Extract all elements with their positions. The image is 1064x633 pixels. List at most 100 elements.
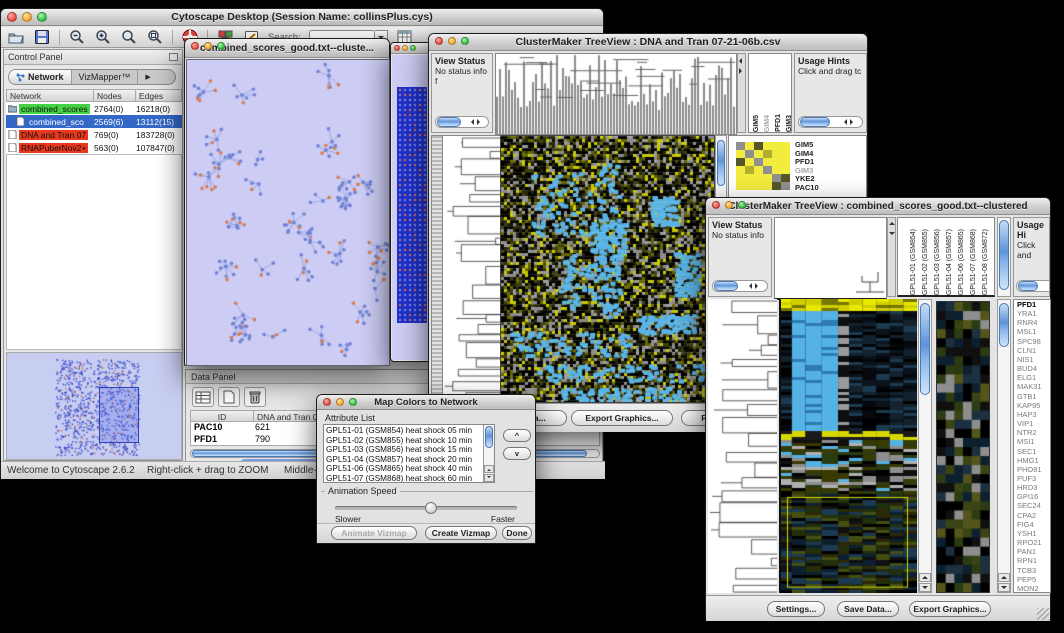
tv1-zoom-matrix[interactable]	[736, 142, 790, 190]
minimize-icon[interactable]	[448, 37, 456, 45]
birdseye-view[interactable]	[6, 352, 182, 460]
gene-label[interactable]: PAN1	[1017, 547, 1050, 556]
gene-label[interactable]: HMG1	[1017, 456, 1050, 465]
minimize-icon[interactable]	[725, 201, 733, 209]
col-header-network[interactable]: Network	[6, 89, 94, 102]
attribute-item[interactable]: GPL51-02 (GSM855) heat shock 10 min	[324, 436, 482, 446]
close-icon[interactable]	[394, 45, 400, 51]
attribute-listbox[interactable]: GPL51-01 (GSM854) heat shock 05 minGPL51…	[323, 424, 495, 483]
dialog-titlebar[interactable]: Map Colors to Network	[317, 395, 535, 410]
attribute-up-button[interactable]: ^	[503, 429, 531, 442]
birdseye-viewport-rect[interactable]	[99, 387, 139, 443]
gene-label[interactable]: CLN1	[1017, 346, 1050, 355]
gene-label[interactable]: CPA2	[1017, 511, 1050, 520]
tv1-heat[interactable]	[500, 135, 715, 403]
new-attribute-icon[interactable]	[218, 387, 240, 407]
animation-speed-slider[interactable]	[335, 506, 517, 510]
zoom-window-icon[interactable]	[217, 42, 225, 50]
attribute-down-button[interactable]: v	[503, 447, 531, 460]
close-icon[interactable]	[712, 201, 720, 209]
zoom-fit-icon[interactable]	[146, 29, 164, 45]
tv2-settings-button[interactable]: Settings...	[767, 601, 825, 617]
data-col-id[interactable]: ID	[190, 410, 254, 422]
done-button[interactable]: Done	[502, 526, 532, 540]
close-icon[interactable]	[435, 37, 443, 45]
create-vizmap-button[interactable]: Create Vizmap	[425, 526, 497, 540]
gene-label[interactable]: YRA1	[1017, 309, 1050, 318]
bluegrid-canvas[interactable]	[397, 87, 427, 323]
window-controls[interactable]	[191, 42, 225, 50]
tab-vizmapper[interactable]: VizMapper™	[71, 70, 138, 84]
gene-label[interactable]: GTB1	[1017, 392, 1050, 401]
attribute-item[interactable]: GPL51-07 (GSM868) heat shock 60 min	[324, 474, 482, 483]
tv2-header-splitter[interactable]	[887, 217, 896, 297]
close-icon[interactable]	[191, 42, 199, 50]
zoom-selected-icon[interactable]	[120, 29, 138, 45]
gene-label[interactable]: VIP1	[1017, 419, 1050, 428]
tv1-coldendro[interactable]	[495, 53, 737, 135]
tv2-rowdendro[interactable]	[708, 299, 777, 593]
gene-label[interactable]: RPO21	[1017, 538, 1050, 547]
attribute-item[interactable]: GPL51-06 (GSM865) heat shock 40 min	[324, 464, 482, 474]
gene-label[interactable]: NIS1	[1017, 355, 1050, 364]
network-view-titlebar[interactable]: combined_scores_good.txt--cluste...	[185, 39, 389, 58]
attribute-item[interactable]: GPL51-01 (GSM854) heat shock 05 min	[324, 426, 482, 436]
zoom-in-icon[interactable]	[94, 29, 112, 45]
tv2-usage-scrollbar[interactable]	[1016, 280, 1050, 292]
gene-label[interactable]: MON2	[1017, 584, 1050, 593]
gene-label[interactable]: GPI16	[1017, 492, 1050, 501]
tv2-heat-vscrollbar[interactable]	[918, 299, 932, 593]
tv1-usage-scrollbar[interactable]	[798, 116, 863, 128]
gene-label[interactable]: PUF3	[1017, 474, 1050, 483]
window-controls[interactable]	[323, 398, 357, 406]
minimize-icon[interactable]	[402, 45, 408, 51]
gene-label[interactable]: ELG1	[1017, 373, 1050, 382]
gene-label[interactable]: RPN1	[1017, 556, 1050, 565]
gene-label[interactable]: HAP3	[1017, 410, 1050, 419]
gene-label[interactable]: PHO81	[1017, 465, 1050, 474]
tv2-zoomheat[interactable]	[936, 301, 990, 593]
minimize-icon[interactable]	[204, 42, 212, 50]
gene-label[interactable]: SEC1	[1017, 447, 1050, 456]
gene-label[interactable]: TCB3	[1017, 566, 1050, 575]
minimize-icon[interactable]	[336, 398, 344, 406]
network-row[interactable]: combined_scores 2764(0) 16218(0)	[6, 102, 182, 115]
tab-overflow[interactable]: ▶	[137, 70, 157, 84]
float-panel-icon[interactable]	[169, 53, 178, 61]
tv2-heat[interactable]	[779, 299, 917, 593]
slider-thumb[interactable]	[425, 502, 437, 514]
gene-label[interactable]: MSI1	[1017, 437, 1050, 446]
network-row[interactable]: RNAPuberNov2+ 563(0) 107847(0)	[6, 141, 182, 154]
save-icon[interactable]	[33, 29, 51, 45]
tv1-status-scrollbar[interactable]	[435, 116, 489, 128]
background-window-titlebar[interactable]	[391, 43, 431, 54]
tv1-header-splitter[interactable]	[737, 53, 746, 133]
tv2-gene-list[interactable]: PFD1YRA1RNR4MSL1SPC98CLN1NIS1BUD4ELG1MAK…	[1013, 299, 1051, 593]
tv2-header-scrollbar[interactable]	[997, 217, 1011, 297]
tv1-export-graphics-button[interactable]: Export Graphics...	[571, 410, 673, 426]
tv2-topdendro[interactable]	[774, 217, 887, 300]
attribute-item[interactable]: GPL51-03 (GSM856) heat shock 15 min	[324, 445, 482, 455]
col-header-nodes[interactable]: Nodes	[94, 89, 136, 102]
background-network-window[interactable]	[390, 42, 432, 362]
window-controls[interactable]	[435, 37, 469, 45]
main-titlebar[interactable]: Cytoscape Desktop (Session Name: collins…	[1, 9, 603, 26]
gene-label[interactable]: MSL1	[1017, 327, 1050, 336]
attribute-list-scrollbar[interactable]	[483, 425, 494, 482]
treeview2-titlebar[interactable]: ClusterMaker TreeView : combined_scores_…	[706, 198, 1050, 215]
tv1-rowdendro[interactable]	[443, 135, 500, 403]
tv2-status-scrollbar[interactable]	[712, 280, 768, 292]
zoom-window-icon[interactable]	[738, 201, 746, 209]
gene-label[interactable]: SPC98	[1017, 337, 1050, 346]
gene-label[interactable]: MAK31	[1017, 382, 1050, 391]
tab-network[interactable]: Network	[9, 70, 71, 84]
gene-label[interactable]: PEP5	[1017, 575, 1050, 584]
resize-grip[interactable]	[1037, 608, 1049, 620]
network-canvas[interactable]	[186, 59, 390, 366]
close-icon[interactable]	[7, 12, 17, 22]
minimize-icon[interactable]	[22, 12, 32, 22]
gene-label[interactable]: HRD3	[1017, 483, 1050, 492]
network-row[interactable]: DNA and Tran 07 769(0) 183728(0)	[6, 128, 182, 141]
col-header-edges[interactable]: Edges	[136, 89, 182, 102]
birdseye-canvas[interactable]	[7, 353, 181, 459]
